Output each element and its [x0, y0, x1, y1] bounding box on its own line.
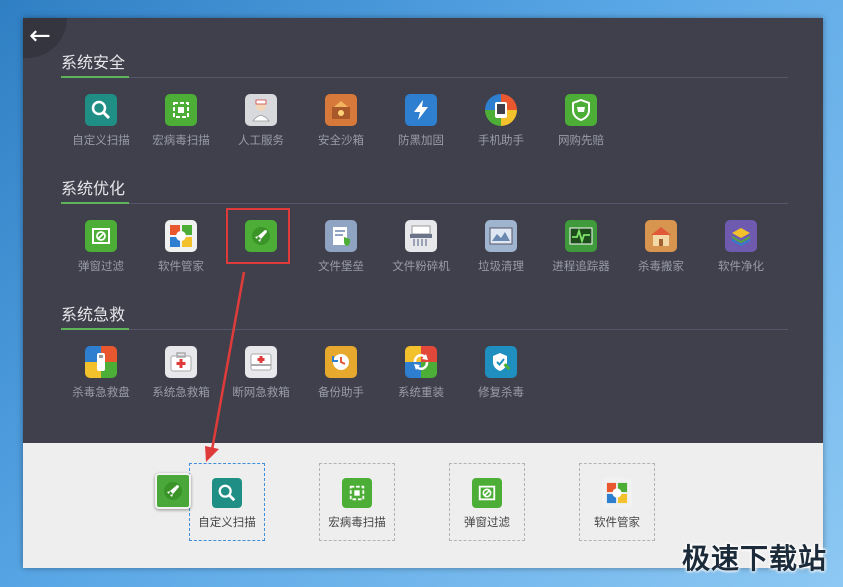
watermark: 极速下载站 — [681, 542, 827, 575]
rocket-icon[interactable] — [155, 473, 191, 509]
annotation-arrow — [205, 271, 246, 462]
